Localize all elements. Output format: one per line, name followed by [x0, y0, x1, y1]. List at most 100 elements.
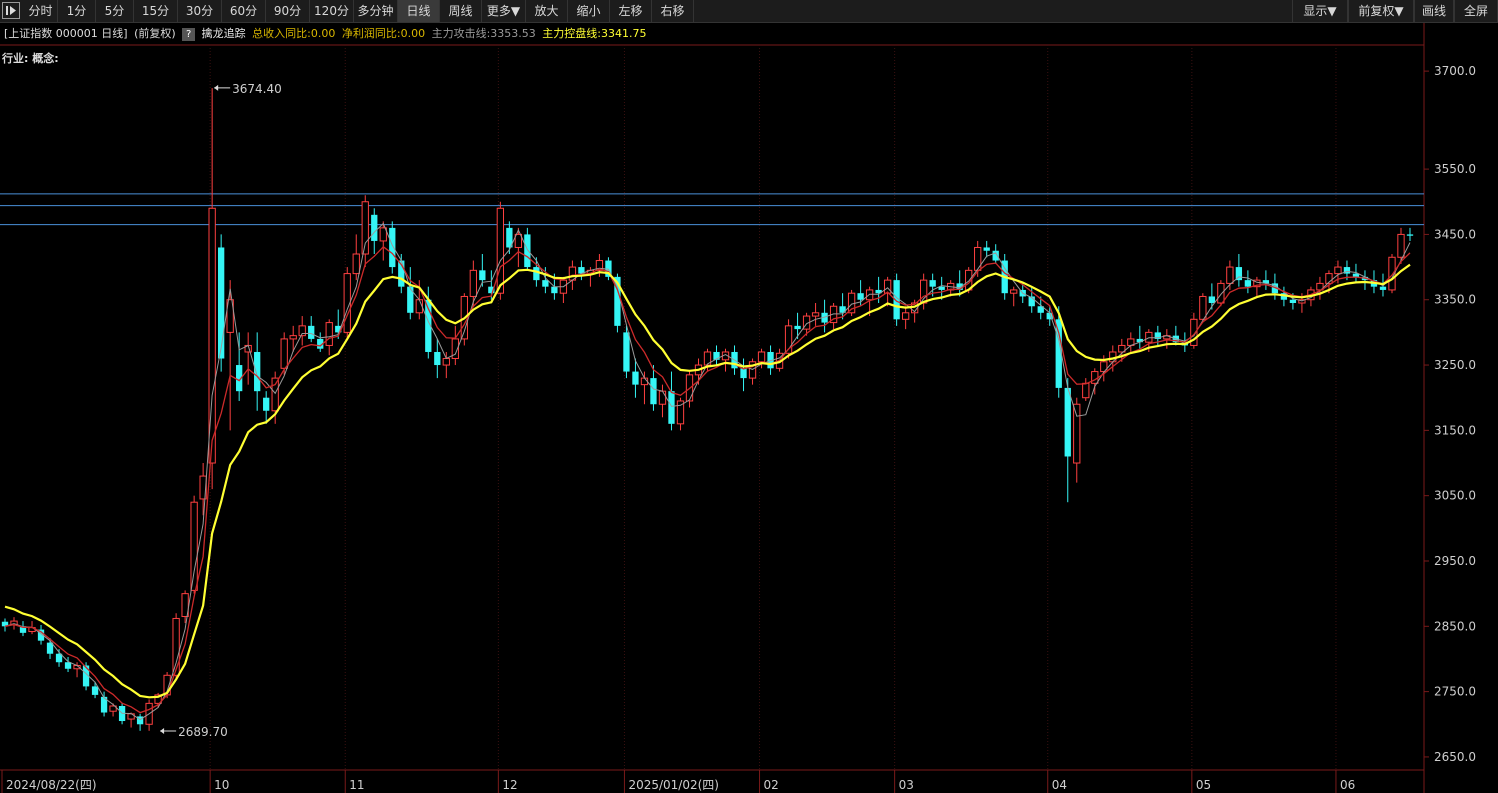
candle	[289, 325, 297, 352]
candle	[469, 260, 477, 307]
candle-body	[811, 312, 820, 317]
toolbar-button-11[interactable]: 更多▼	[482, 0, 526, 22]
candle-body	[1199, 295, 1207, 320]
x-tick-label: 02	[764, 778, 779, 792]
candle	[1064, 378, 1071, 503]
play-button[interactable]	[2, 2, 20, 19]
annotation-arrow	[214, 84, 219, 91]
toolbar-button-13[interactable]: 缩小	[568, 0, 610, 22]
play-icon	[6, 6, 16, 15]
candle-body	[407, 286, 414, 313]
x-tick-label: 03	[899, 778, 914, 792]
x-tick-label: 04	[1052, 778, 1067, 792]
toolbar-button-9[interactable]: 日线	[398, 0, 440, 22]
candle-body	[469, 269, 477, 297]
adjust-label: (前复权)	[134, 27, 176, 40]
candle	[1172, 325, 1179, 346]
toolbar-button-3[interactable]: 15分	[134, 0, 178, 22]
candle	[1082, 378, 1090, 401]
toolbar-button-7[interactable]: 120分	[310, 0, 354, 22]
candle-body	[794, 325, 801, 330]
toolbar-right-button-3[interactable]: 全屏	[1454, 0, 1498, 22]
candle-body	[1082, 382, 1090, 399]
y-tick-label: 3150.0	[1434, 423, 1476, 437]
toolbar-button-2[interactable]: 5分	[96, 0, 134, 22]
y-tick-label: 3450.0	[1434, 227, 1476, 241]
candle	[118, 703, 126, 725]
candle	[244, 332, 252, 385]
candle-body	[650, 378, 657, 405]
annotation-arrow	[160, 728, 165, 735]
candle-body	[1217, 282, 1225, 304]
candle-body	[623, 332, 630, 372]
candle	[371, 208, 378, 255]
candles	[1, 88, 1414, 731]
candle	[407, 267, 414, 320]
candle-body	[1145, 331, 1153, 343]
candle	[37, 625, 45, 645]
toolbar-button-1[interactable]: 1分	[58, 0, 96, 22]
toolbar-button-5[interactable]: 60分	[222, 0, 266, 22]
candle	[91, 681, 99, 699]
candle	[713, 345, 720, 366]
candle-body	[190, 501, 198, 591]
toolbar-button-15[interactable]: 右移	[652, 0, 694, 22]
candle-body	[389, 227, 396, 268]
candle	[100, 691, 108, 717]
candle-body	[740, 368, 747, 379]
candle-body	[857, 293, 864, 300]
candle-body	[442, 358, 450, 366]
toolbar-button-10[interactable]: 周线	[440, 0, 482, 22]
revenue-yoy: 总收入同比:0.00	[252, 27, 336, 40]
candle	[847, 289, 856, 317]
candle-body	[514, 233, 523, 248]
candle	[658, 384, 667, 418]
candle	[1397, 227, 1405, 264]
tracker-label[interactable]: 擒龙追踪	[202, 27, 246, 40]
candle-body	[91, 686, 99, 695]
candle-body	[901, 312, 910, 320]
candle-body	[325, 322, 333, 346]
candle	[379, 221, 387, 261]
y-tick-label: 3350.0	[1434, 293, 1476, 307]
candle-body	[64, 662, 72, 669]
help-icon[interactable]: ?	[182, 28, 196, 41]
y-axis: 3700.0 3550.0 3450.0 3350.0 3250.0 3150.0 3050…	[1424, 64, 1476, 764]
candle	[1235, 254, 1243, 287]
info-bar: [上证指数 000001 日线] (前复权) ? 擒龙追踪 总收入同比:0.00…	[0, 23, 1424, 45]
toolbar-right-button-0[interactable]: 显示▼	[1292, 0, 1348, 22]
toolbar-button-8[interactable]: 多分钟	[354, 0, 398, 22]
candle	[352, 234, 360, 281]
x-tick-label: 11	[349, 778, 364, 792]
control-line-value: 主力控盘线:3341.75	[542, 27, 647, 40]
candle	[748, 358, 757, 385]
candle	[676, 397, 685, 431]
candlestick-chart[interactable]: 3674.402689.70 3700.03550.03450.03350.03…	[0, 0, 1498, 793]
toolbar-button-14[interactable]: 左移	[610, 0, 652, 22]
candle	[136, 713, 144, 731]
toolbar-right-button-1[interactable]: 前复权▼	[1348, 0, 1414, 22]
y-tick-label: 3050.0	[1434, 489, 1476, 503]
x-tick-label: 2025/01/02(四)	[628, 778, 719, 792]
toolbar-button-6[interactable]: 90分	[266, 0, 310, 22]
candle-body	[1334, 266, 1342, 275]
candle	[1, 618, 9, 632]
candle-body	[1010, 289, 1018, 294]
toolbar-button-4[interactable]: 30分	[178, 0, 222, 22]
y-tick-label: 2650.0	[1434, 750, 1476, 764]
candle	[1010, 286, 1018, 307]
candle	[317, 332, 324, 352]
candle	[578, 260, 585, 281]
y-tick-label: 3550.0	[1434, 162, 1476, 176]
candle-body	[551, 286, 558, 294]
toolbar-button-0[interactable]: 分时	[24, 0, 58, 22]
x-axis: 2024/08/22(四) 10 11 12 2025/01/02(四) 02 03 04 05…	[1, 770, 1355, 793]
toolbar-button-12[interactable]: 放大	[526, 0, 568, 22]
candle-body	[920, 279, 928, 304]
toolbar-right-button-2[interactable]: 画线	[1414, 0, 1454, 22]
candle-body	[352, 253, 360, 275]
candle-body	[883, 279, 892, 294]
candle	[1361, 270, 1369, 290]
y-tick-label: 2950.0	[1434, 554, 1476, 568]
candle	[1199, 293, 1207, 323]
